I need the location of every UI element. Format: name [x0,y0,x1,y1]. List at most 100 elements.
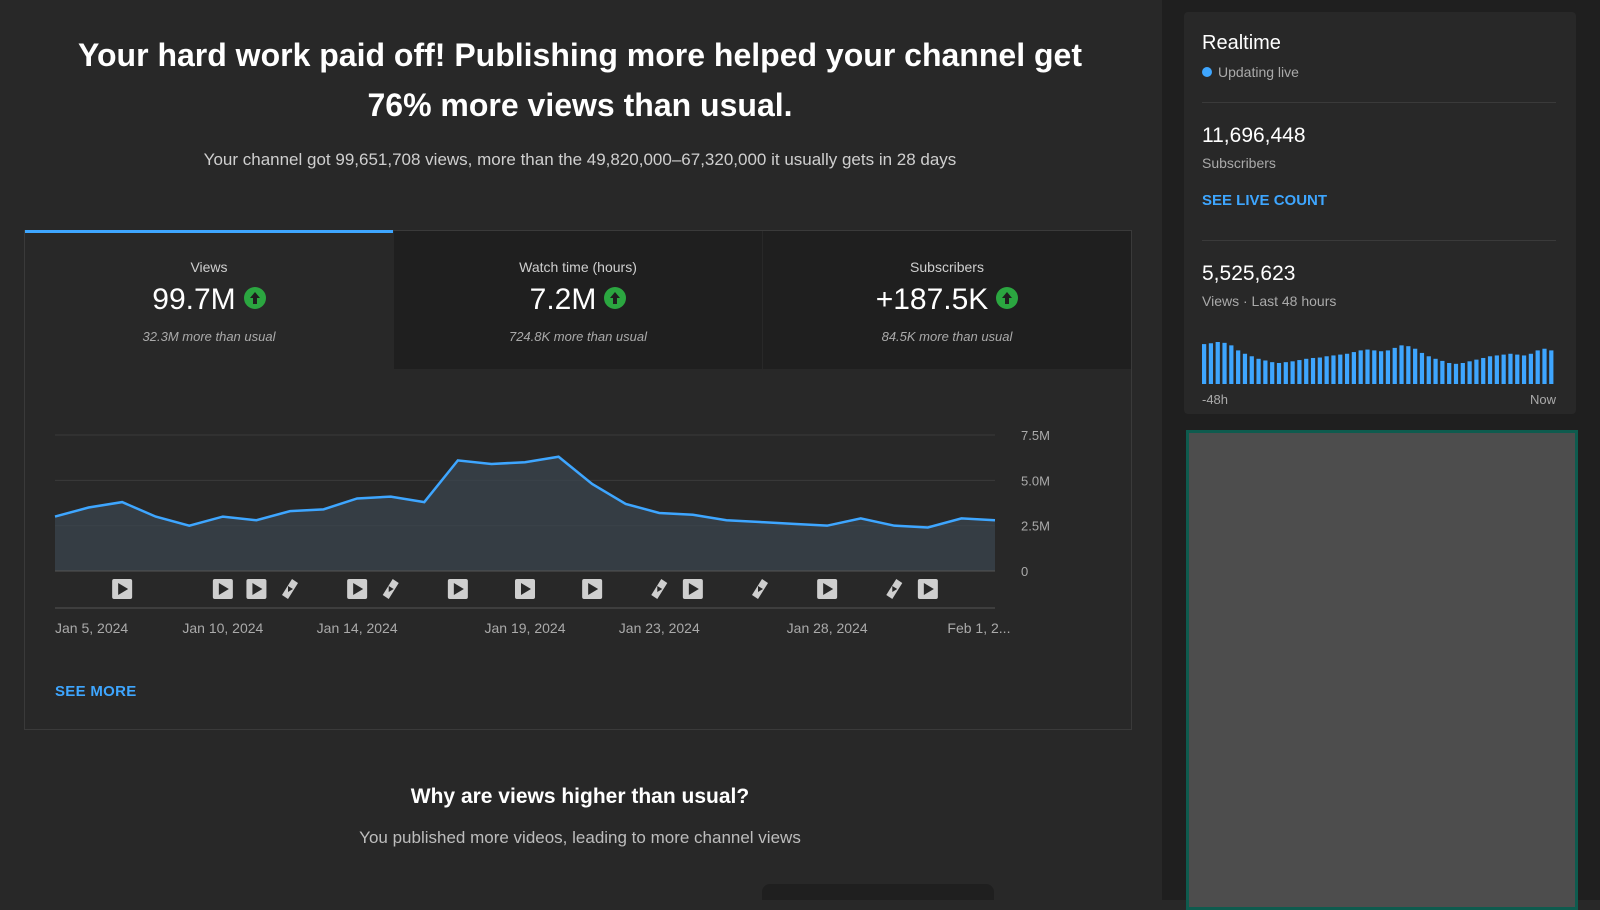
realtime-bar[interactable] [1474,360,1478,384]
metrics-card: Views 99.7M 32.3M more than usual Watch … [24,230,1132,730]
realtime-bar[interactable] [1542,349,1546,384]
tab-watch-time[interactable]: Watch time (hours) 7.2M 724.8K more than… [394,231,762,369]
y-tick-label: 5.0M [1021,473,1050,488]
short-upload-icon[interactable] [886,579,902,599]
realtime-bar[interactable] [1481,358,1485,384]
realtime-bar[interactable] [1222,343,1226,384]
realtime-bar[interactable] [1304,359,1308,384]
tab-label: Subscribers [763,259,1131,275]
tab-value-row: +187.5K [763,283,1131,317]
realtime-bar[interactable] [1236,350,1240,384]
realtime-bar-chart [1202,342,1556,384]
realtime-bar[interactable] [1454,364,1458,384]
realtime-bar[interactable] [1229,345,1233,384]
realtime-bar[interactable] [1338,355,1342,384]
video-upload-icon[interactable] [918,579,938,599]
realtime-bar[interactable] [1495,355,1499,384]
realtime-bar[interactable] [1365,350,1369,384]
realtime-bar[interactable] [1243,354,1247,384]
x-tick-label: Jan 10, 2024 [182,620,263,636]
realtime-bar[interactable] [1522,355,1526,384]
video-upload-icon[interactable] [246,579,266,599]
arrow-up-icon [996,287,1018,309]
video-upload-icon[interactable] [683,579,703,599]
realtime-bar[interactable] [1256,359,1260,384]
realtime-bar[interactable] [1461,363,1465,384]
realtime-bar[interactable] [1440,361,1444,384]
tab-label: Views [25,259,393,275]
realtime-bar[interactable] [1250,356,1254,384]
realtime-bar[interactable] [1515,355,1519,384]
video-upload-icon[interactable] [817,579,837,599]
realtime-bar[interactable] [1277,363,1281,384]
bottom-button-stub[interactable] [762,884,994,900]
realtime-bar[interactable] [1311,358,1315,384]
realtime-bar[interactable] [1263,360,1267,384]
realtime-bar[interactable] [1372,350,1376,384]
realtime-bar[interactable] [1352,352,1356,384]
tab-value: 99.7M [152,283,235,316]
video-upload-icon[interactable] [347,579,367,599]
video-upload-icon[interactable] [213,579,233,599]
tab-label: Watch time (hours) [394,259,762,275]
realtime-bar[interactable] [1379,351,1383,384]
video-upload-icon[interactable] [515,579,535,599]
realtime-bar[interactable] [1284,362,1288,384]
video-upload-icon[interactable] [448,579,468,599]
realtime-bar[interactable] [1549,350,1553,384]
realtime-bar[interactable] [1393,348,1397,384]
realtime-bar[interactable] [1536,350,1540,384]
x-tick-label: Jan 23, 2024 [619,620,700,636]
realtime-bar[interactable] [1468,361,1472,384]
main-content: Your hard work paid off! Publishing more… [0,0,1162,900]
x-tick-label: Jan 5, 2024 [55,620,128,636]
short-upload-icon[interactable] [383,579,399,599]
placeholder-panel [1186,430,1578,910]
series-area [55,457,995,571]
tab-value-row: 7.2M [394,283,762,317]
realtime-bar[interactable] [1209,343,1213,384]
realtime-bar[interactable] [1433,359,1437,384]
video-upload-icon[interactable] [582,579,602,599]
subscriber-label: Subscribers [1202,155,1276,171]
short-upload-icon[interactable] [752,579,768,599]
realtime-bar[interactable] [1359,350,1363,384]
realtime-bar[interactable] [1488,356,1492,384]
realtime-bar[interactable] [1447,363,1451,384]
realtime-bar[interactable] [1420,353,1424,384]
realtime-bar[interactable] [1399,345,1403,384]
headline: Your hard work paid off! Publishing more… [60,30,1100,130]
realtime-bar[interactable] [1270,362,1274,384]
realtime-bar[interactable] [1202,344,1206,384]
short-upload-icon[interactable] [282,579,298,599]
realtime-bar[interactable] [1216,342,1220,384]
realtime-bar[interactable] [1331,355,1335,384]
tab-subscribers[interactable]: Subscribers +187.5K 84.5K more than usua… [763,231,1131,369]
video-upload-icon[interactable] [112,579,132,599]
realtime-bar[interactable] [1386,350,1390,384]
realtime-bar[interactable] [1508,354,1512,384]
see-more-link[interactable]: SEE MORE [55,683,137,700]
realtime-bar[interactable] [1325,356,1329,384]
realtime-bar[interactable] [1345,354,1349,384]
realtime-bar[interactable] [1291,361,1295,384]
live-dot-icon [1202,67,1212,77]
realtime-bar[interactable] [1406,346,1410,384]
see-live-count-link[interactable]: SEE LIVE COUNT [1202,192,1327,209]
tab-note: 724.8K more than usual [394,329,762,344]
tab-views[interactable]: Views 99.7M 32.3M more than usual [25,231,393,369]
views-48h-count: 5,525,623 [1202,262,1295,286]
realtime-title: Realtime [1202,32,1281,55]
y-tick-label: 7.5M [1021,428,1050,443]
short-upload-icon[interactable] [651,579,667,599]
tab-note: 84.5K more than usual [763,329,1131,344]
views-chart: 7.5M5.0M2.5M0Jan 5, 2024Jan 10, 2024Jan … [25,371,1131,671]
realtime-bar[interactable] [1318,358,1322,384]
live-status-text: Updating live [1218,64,1299,80]
realtime-bar[interactable] [1413,349,1417,384]
realtime-bar[interactable] [1297,360,1301,384]
x-tick-label: Jan 19, 2024 [485,620,566,636]
realtime-bar[interactable] [1502,355,1506,384]
realtime-bar[interactable] [1529,354,1533,384]
realtime-bar[interactable] [1427,356,1431,384]
